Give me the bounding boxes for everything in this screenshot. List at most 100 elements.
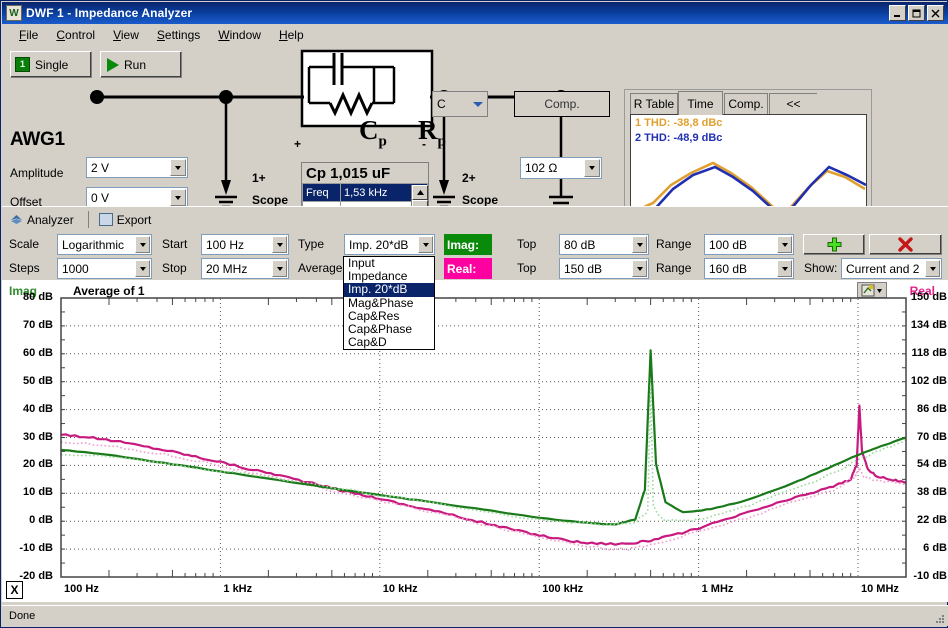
impedance-plot[interactable] (1, 280, 948, 602)
menu-settings[interactable]: Settings (148, 25, 209, 45)
menu-control[interactable]: Control (47, 25, 104, 45)
application-window: W DWF 1 - Impedance Analyzer File Contro… (0, 0, 948, 628)
export-tool-button[interactable]: Export (97, 211, 158, 229)
real-range-value: 160 dB (709, 261, 748, 276)
real-range-combo[interactable]: 160 dB (704, 258, 794, 279)
chevron-down-icon[interactable] (925, 260, 940, 277)
show-combo[interactable]: Current and 2 (841, 258, 942, 279)
chevron-down-icon[interactable] (584, 159, 600, 177)
y-tick-label: 60 dB (23, 346, 53, 359)
analyzer-tool-button[interactable]: Analyzer (8, 211, 80, 229)
x-tick-label: 100 kHz (542, 583, 584, 595)
real-top-value: 150 dB (564, 261, 603, 276)
export-icon (98, 213, 113, 226)
y2-tick-label: 38 dB (917, 486, 947, 499)
table-row[interactable]: Freq 1,53 kHz (302, 183, 428, 202)
y-tick-label: 0 dB (29, 514, 53, 527)
menu-bar: File Control View Settings Window Help (2, 24, 948, 45)
y-tick-label: 70 dB (23, 318, 53, 331)
y2-tick-label: 70 dB (917, 430, 947, 443)
real-top-combo[interactable]: 150 dB (559, 258, 649, 279)
chevron-down-icon[interactable] (632, 260, 647, 277)
tab-comp[interactable]: Comp. (724, 93, 768, 114)
y2-tick-label: 118 dB (911, 346, 947, 359)
chevron-down-icon[interactable] (470, 93, 486, 115)
tab-label: Comp. (728, 97, 764, 111)
analyzer-toolbar: Analyzer Export (2, 206, 948, 232)
chevron-down-icon[interactable] (632, 236, 647, 253)
y2-tick-label: -10 dB (913, 570, 947, 582)
app-logo-icon: W (6, 5, 22, 21)
menu-view[interactable]: View (104, 25, 148, 45)
show-value: Current and 2 (846, 261, 920, 276)
dropdown-option-capd[interactable]: Cap&D (344, 335, 434, 349)
add-trace-button[interactable] (803, 234, 865, 255)
menu-file[interactable]: File (10, 25, 47, 45)
chevron-down-icon[interactable] (272, 260, 287, 277)
chevron-down-icon[interactable] (272, 236, 287, 253)
tab-time[interactable]: Time (678, 91, 723, 115)
plus-icon (827, 237, 841, 252)
chevron-down-icon[interactable] (135, 260, 150, 277)
imag-top-combo[interactable]: 80 dB (559, 234, 649, 255)
dut-minus-sign: - (422, 137, 426, 151)
y-tick-label: 10 dB (23, 486, 53, 499)
type-combo[interactable]: Imp. 20*dB (344, 234, 435, 255)
y2-tick-label: 54 dB (917, 458, 947, 471)
comp-button[interactable]: Comp. (514, 91, 610, 117)
menu-help[interactable]: Help (270, 25, 313, 45)
start-combo[interactable]: 100 Hz (201, 234, 289, 255)
start-label: Start (162, 237, 188, 251)
dut-plus-sign: + (294, 137, 302, 151)
window-title: DWF 1 - Impedance Analyzer (26, 6, 193, 20)
resize-grip-icon[interactable] (933, 612, 945, 624)
scale-value: Logarithmic (62, 237, 125, 252)
tab-r-table[interactable]: R Table (630, 93, 678, 114)
dut-mode-combo[interactable]: C (432, 91, 488, 117)
average-label: Average (298, 261, 343, 275)
scroll-up-button[interactable] (412, 185, 428, 200)
sweep-settings: Scale Steps Start Stop Type Average Loga… (1, 232, 948, 280)
y2-tick-label: 134 dB (910, 318, 947, 331)
analyzer-icon (10, 214, 23, 225)
remove-trace-button[interactable] (869, 234, 942, 255)
chevron-down-icon[interactable] (777, 236, 792, 253)
tab-label: R Table (633, 97, 675, 111)
type-value: Imp. 20*dB (349, 237, 409, 252)
type-label: Type (298, 237, 325, 251)
export-label: Export (116, 212, 152, 227)
type-dropdown-list[interactable]: Input Impedance Imp. 20*dB Mag&Phase Cap… (343, 256, 435, 351)
dropdown-option-capres[interactable]: Cap&Res (344, 309, 434, 323)
chart-close-button[interactable]: X (6, 581, 23, 599)
chevron-down-icon[interactable] (777, 260, 792, 277)
real-color-swatch[interactable]: Real: (444, 258, 492, 279)
maximize-button[interactable] (908, 5, 925, 21)
tab-label: Time (687, 96, 714, 111)
imag-range-combo[interactable]: 100 dB (704, 234, 794, 255)
title-bar: W DWF 1 - Impedance Analyzer (2, 2, 948, 24)
close-button[interactable] (927, 5, 944, 21)
measurement-heading: Cp 1,015 uF (306, 165, 391, 182)
chevron-down-icon[interactable] (135, 236, 150, 253)
chevron-down-icon[interactable] (418, 236, 433, 253)
minimize-button[interactable] (889, 5, 906, 21)
start-value: 100 Hz (206, 237, 245, 252)
menu-window[interactable]: Window (209, 25, 270, 45)
reference-resistor-combo[interactable]: 102 Ω (520, 157, 602, 179)
dropdown-option-imp20db[interactable]: Imp. 20*dB (344, 283, 434, 297)
chart-close-label: X (10, 583, 19, 597)
y-tick-label: 40 dB (23, 402, 53, 415)
y-tick-label: -20 dB (19, 570, 53, 582)
y-tick-label: 20 dB (23, 458, 53, 471)
x-tick-label: 1 MHz (701, 583, 734, 595)
dropdown-option-magphase[interactable]: Mag&Phase (344, 296, 434, 310)
steps-value: 1000 (62, 261, 89, 276)
scope1-label: Scope (252, 193, 289, 207)
stop-combo[interactable]: 20 MHz (201, 258, 289, 279)
dut-cp-label: Cp (359, 115, 387, 150)
steps-combo[interactable]: 1000 (57, 258, 152, 279)
scale-combo[interactable]: Logarithmic (57, 234, 152, 255)
imag-color-swatch[interactable]: Imag: (444, 234, 492, 255)
tab-collapse[interactable]: << (769, 93, 817, 114)
real-top-label: Top (517, 261, 537, 275)
